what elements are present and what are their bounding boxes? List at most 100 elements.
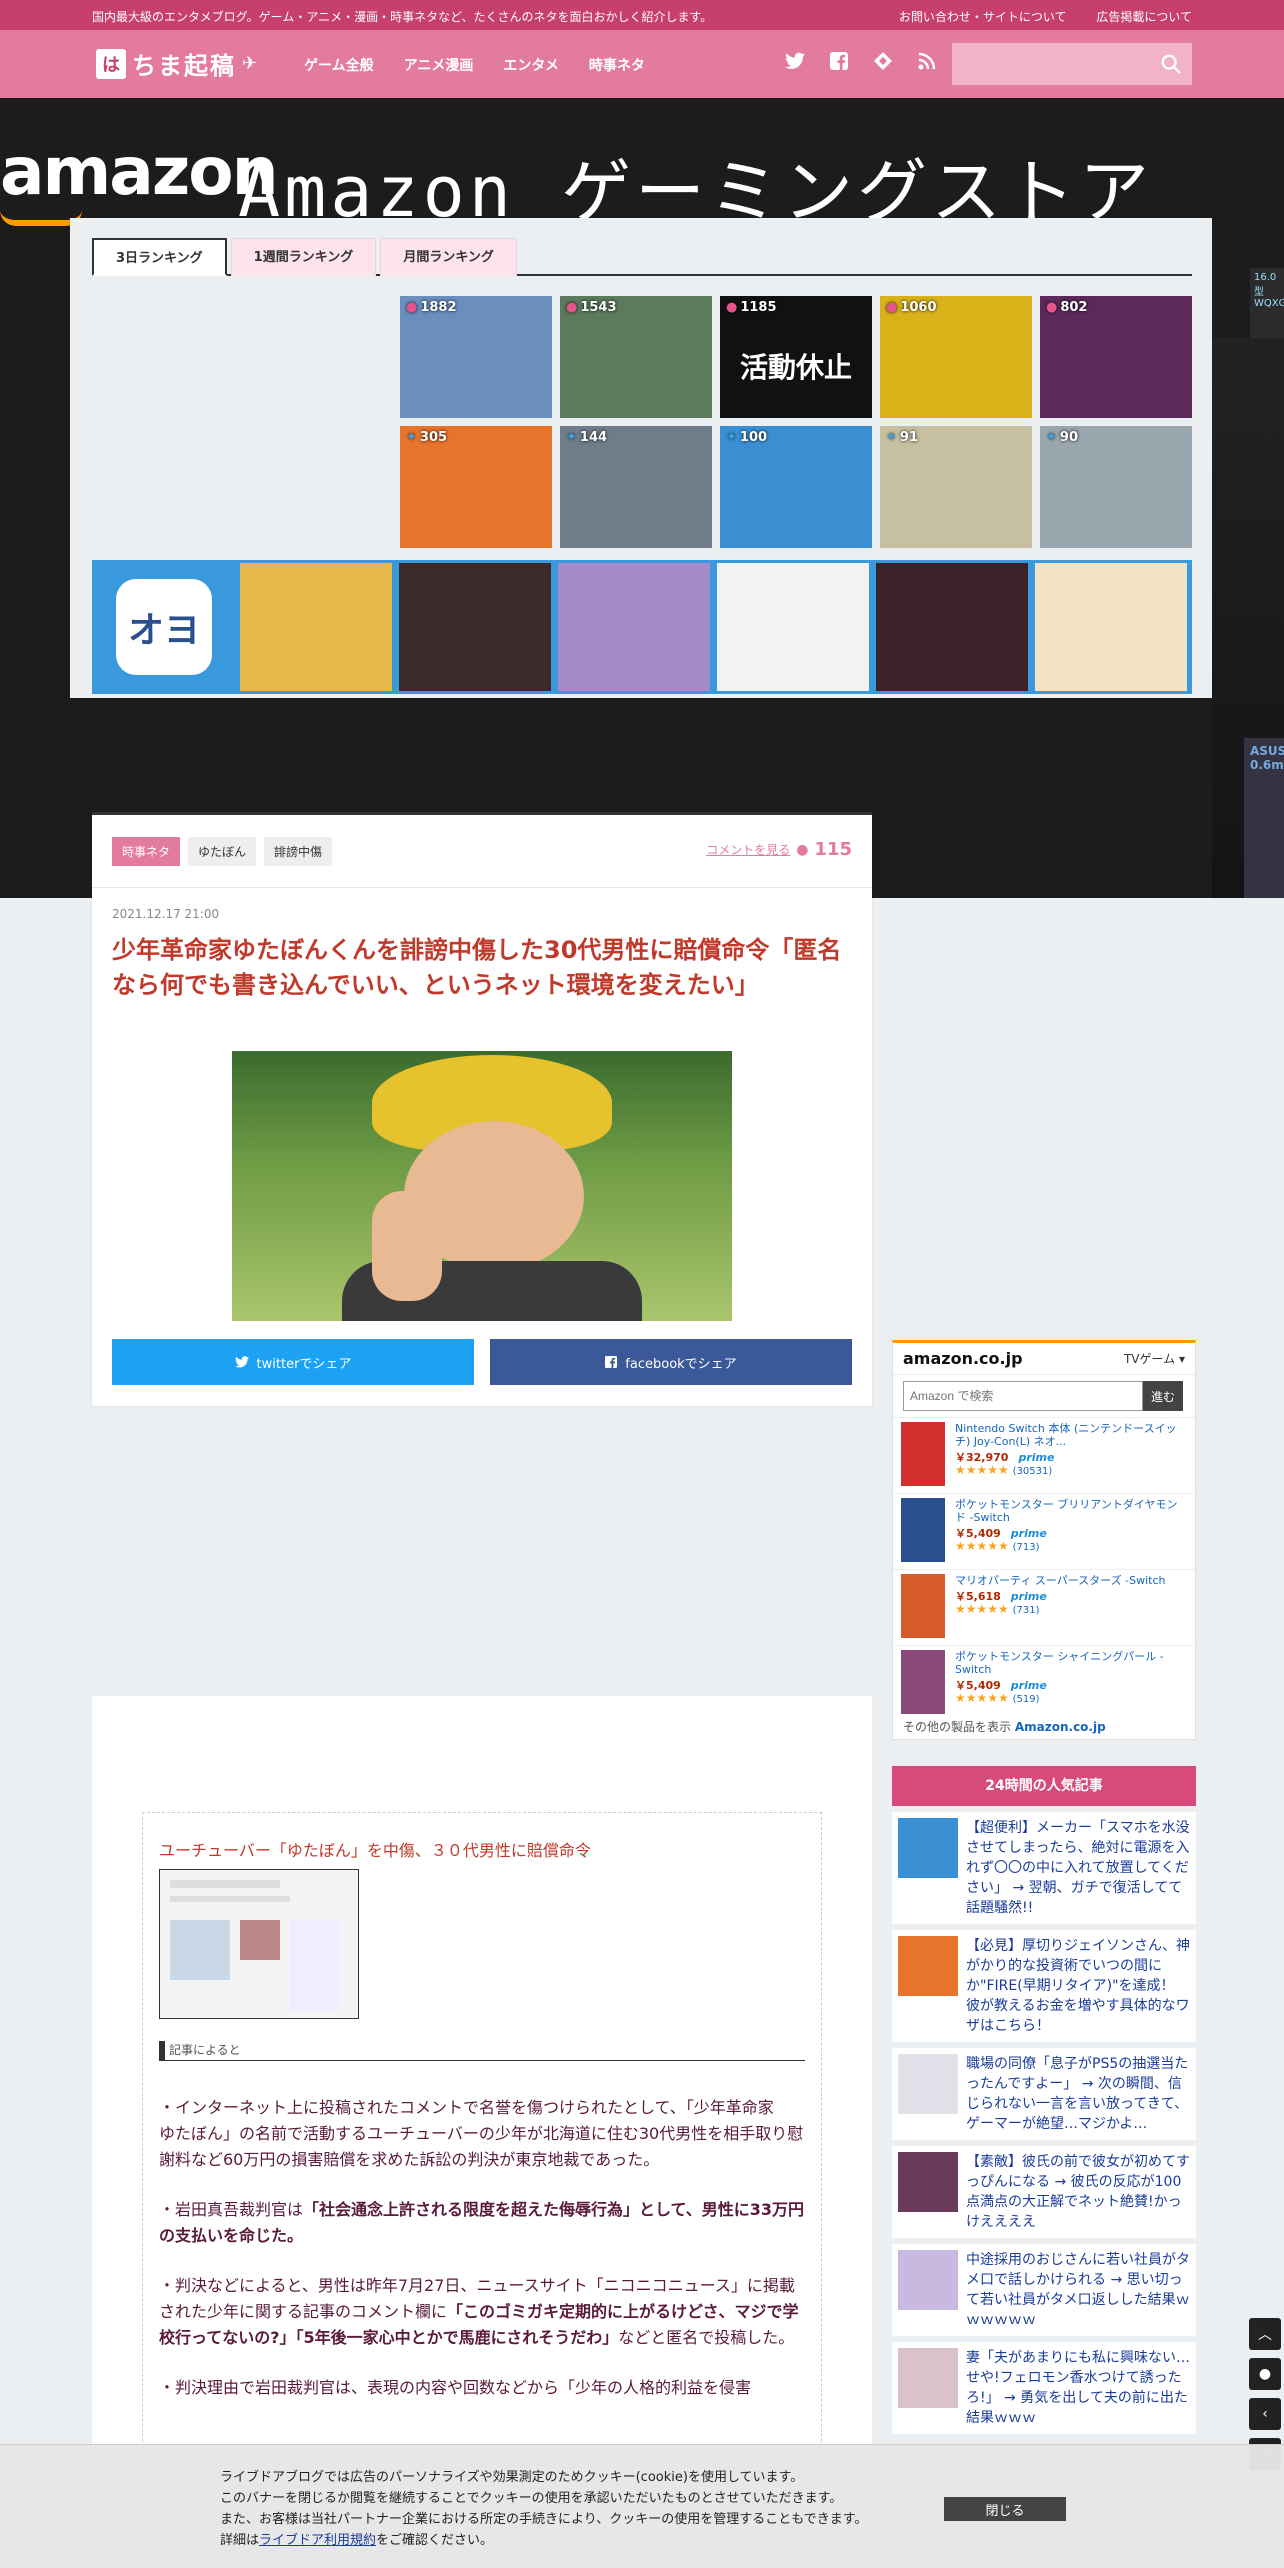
prev-icon[interactable]: ‹ [1249, 2398, 1281, 2430]
cookie-line-1: ライブドアブログでは広告のパーソナライズや効果測定のためクッキー(cookie)… [220, 2470, 804, 2485]
ranking-item[interactable]: ● 802 [1040, 296, 1192, 418]
share-facebook-button[interactable]: facebookでシェア [490, 1339, 852, 1385]
chevron-down-icon: ▾ [1178, 1352, 1185, 1366]
tag-category[interactable]: 時事ネタ [112, 837, 181, 866]
nav-anime[interactable]: アニメ漫画 [404, 55, 474, 75]
comment-counter: コメントを見る ● 115 [706, 839, 852, 860]
terms-link[interactable]: ライブドア利用規約 [259, 2533, 376, 2548]
comment-count[interactable]: 115 [814, 839, 852, 860]
facebook-icon[interactable] [828, 52, 850, 75]
okomo-thumbnail[interactable] [1035, 563, 1187, 691]
nav-entame[interactable]: エンタメ [503, 55, 559, 75]
popular-title: 【超便利】メーカー「スマホを水没させてしまったら、絶対に電源を入れず〇〇の中に入… [966, 1820, 1190, 1916]
search-icon[interactable] [1160, 53, 1182, 75]
star-icons: ★★★★★ [955, 1602, 1009, 1616]
ranking-item[interactable]: ✦ 91 [880, 426, 1032, 548]
tab-monthly[interactable]: 月間ランキング [380, 238, 517, 276]
popular-title: 【素敵】彼氏の前で彼女が初めてすっぴんになる → 彼氏の反応が100点満点の大正… [966, 2154, 1190, 2230]
popular-item[interactable]: 【超便利】メーカー「スマホを水没させてしまったら、絶対に電源を入れず〇〇の中に入… [892, 1812, 1196, 1924]
embed-thumbnail[interactable] [159, 1869, 359, 2019]
cookie-close-button[interactable]: 閉じる [944, 2497, 1066, 2521]
article-date: 2021.12.17 21:00 [112, 907, 220, 921]
ranking-item[interactable]: ● 1543 [560, 296, 712, 418]
comment-bubble-icon: ● [726, 300, 738, 315]
amazon-widget-header: amazon.co.jp TVゲーム ▾ [893, 1343, 1195, 1375]
ranking-count: ✦ 100 [726, 430, 767, 445]
ranking-item[interactable]: ✦ 305 [400, 426, 552, 548]
tab-1week[interactable]: 1週間ランキング [230, 238, 377, 276]
okomo-thumbnail[interactable] [399, 563, 551, 691]
ranking-item[interactable]: ✦ 100 [720, 426, 872, 548]
nav-news[interactable]: 時事ネタ [589, 55, 645, 75]
twitter-icon[interactable] [784, 52, 806, 75]
feedly-icon[interactable] [872, 52, 894, 75]
product-image [901, 1422, 945, 1486]
amazon-more-link[interactable]: その他の製品を表示 Amazon.co.jp [903, 1718, 1106, 1735]
okomo-thumbnail[interactable] [876, 563, 1028, 691]
cookie-banner: ライブドアブログでは広告のパーソナライズや効果測定のためクッキー(cookie)… [0, 2444, 1284, 2568]
popular-item[interactable]: 中途採用のおじさんに若い社員がタメ口で話しかけられる → 思い切って若い社員がタ… [892, 2244, 1196, 2336]
cookie-message: ライブドアブログでは広告のパーソナライズや効果測定のためクッキー(cookie)… [220, 2467, 867, 2551]
twitter-icon [234, 1356, 249, 1368]
paragraph-2-text: ・岩田真吾裁判官は [159, 2200, 304, 2219]
product-info: ポケットモンスター ブリリアントダイヤモンド -Switch ￥5,409 prim… [955, 1498, 1187, 1565]
ranking-count-value: 91 [899, 430, 918, 445]
popular-list: 【超便利】メーカー「スマホを水没させてしまったら、絶対に電源を入れず〇〇の中に入… [892, 1812, 1196, 2434]
popular-item[interactable]: 【素敵】彼氏の前で彼女が初めてすっぴんになる → 彼氏の反応が100点満点の大正… [892, 2146, 1196, 2238]
popular-thumb [898, 2054, 958, 2114]
share-twitter-button[interactable]: twitterでシェア [112, 1339, 474, 1385]
amazon-product[interactable]: Nintendo Switch 本体 (ニンテンドースイッチ) Joy-Con(… [893, 1417, 1195, 1493]
ranking-count-value: 305 [419, 430, 448, 445]
tag-yutabon[interactable]: ゆたぼん [188, 837, 257, 866]
ranking-count: ● 1543 [566, 300, 617, 315]
banner-right-tag-2: ASUS 0.6m [1244, 738, 1284, 898]
ad-link[interactable]: 広告掲載について [1096, 10, 1192, 24]
popular-item[interactable]: 妻「夫があまりにも私に興味ない…せや!フェロモン香水つけて誘ったろ!」 → 勇気… [892, 2342, 1196, 2434]
okomo-thumbnail[interactable] [717, 563, 869, 691]
twitter-icon: ✦ [566, 430, 577, 445]
site-logo[interactable]: は ちま起稿 ✈ [96, 46, 257, 81]
ranking-item[interactable]: ● 1882 [400, 296, 552, 418]
amazon-search-input[interactable] [903, 1381, 1143, 1411]
cookie-line-4: 詳細はライブドア利用規約をご確認ください。 [220, 2530, 867, 2551]
okomo-thumbnail[interactable] [240, 563, 392, 691]
okomo-banner[interactable]: オヨ [92, 560, 1192, 694]
amazon-logo: amazon [0, 133, 279, 210]
popular-thumb [898, 2348, 958, 2408]
ranking-item[interactable]: ✦ 90 [1040, 426, 1192, 548]
ranking-item[interactable]: ● 1060 [880, 296, 1032, 418]
scroll-top-icon[interactable]: ︿ [1249, 2318, 1281, 2350]
tab-3day[interactable]: 3日ランキング [92, 238, 227, 276]
view-comments-link[interactable]: コメントを見る [706, 841, 790, 858]
popular-title: 【必見】厚切りジェイソンさん、神がかり的な投資術でいつの間にか"FIRE(早期リ… [966, 1938, 1190, 2034]
prime-badge: prime [1018, 1451, 1055, 1464]
search-input[interactable] [952, 43, 1152, 85]
ranking-count-value: 144 [579, 430, 608, 445]
contact-link[interactable]: お問い合わせ・サイトについて [899, 10, 1067, 24]
popular-title: 妻「夫があまりにも私に興味ない…せや!フェロモン香水つけて誘ったろ!」 → 勇気… [966, 2350, 1190, 2426]
popular-item[interactable]: 【必見】厚切りジェイソンさん、神がかり的な投資術でいつの間にか"FIRE(早期リ… [892, 1930, 1196, 2042]
top-bar: 国内最大級のエンタメブログ。ゲーム・アニメ・漫画・時事ネタなど、たくさんのネタを… [0, 0, 1284, 30]
amazon-search-button[interactable]: 進む [1143, 1381, 1183, 1411]
amazon-product[interactable]: ポケットモンスター ブリリアントダイヤモンド -Switch ￥5,409 prim… [893, 1493, 1195, 1569]
amazon-product[interactable]: マリオパーティ スーパースターズ -Switch ￥5,618 prime ★★★★★… [893, 1569, 1195, 1645]
product-image [901, 1498, 945, 1562]
ranking-count: ● 1185 [726, 300, 777, 315]
tag-slander[interactable]: 誹謗中傷 [264, 837, 333, 866]
amazon-category-select[interactable]: TVゲーム ▾ [1124, 1350, 1185, 1367]
main-nav: ゲーム全般 アニメ漫画 エンタメ 時事ネタ [304, 55, 645, 75]
ranking-item[interactable]: ● 1185 活動休止 [720, 296, 872, 418]
embedded-source: ユーチューバー「ゆたぼん」を中傷、３０代男性に賠償命令 記事によると ・インター… [142, 1812, 822, 2552]
product-info: マリオパーティ スーパースターズ -Switch ￥5,618 prime ★★★★★… [955, 1574, 1165, 1641]
embed-title[interactable]: ユーチューバー「ゆたぼん」を中傷、３０代男性に賠償命令 [159, 1837, 805, 1861]
star-icons: ★★★★★ [955, 1539, 1009, 1553]
ranking-count-value: 90 [1059, 430, 1078, 445]
comment-bubble-icon: ● [406, 300, 418, 315]
rss-icon[interactable] [916, 52, 938, 75]
popular-item[interactable]: 職場の同僚「息子がPS5の抽選当たったんですよー」 → 次の瞬間、信じられない一… [892, 2048, 1196, 2140]
comment-icon[interactable]: ● [1249, 2358, 1281, 2390]
okomo-thumbnail[interactable] [558, 563, 710, 691]
ranking-item[interactable]: ✦ 144 [560, 426, 712, 548]
nav-game[interactable]: ゲーム全般 [304, 55, 374, 75]
amazon-product[interactable]: ポケットモンスター シャイニングパール -Switch ￥5,409 prime ★★… [893, 1645, 1195, 1721]
